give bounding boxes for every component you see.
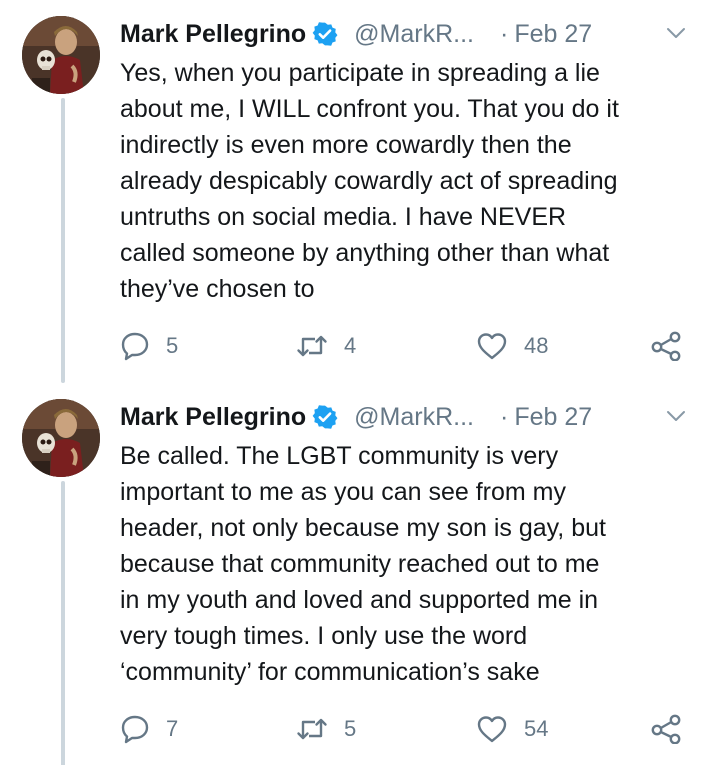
tweet-text: Be called. The LGBT community is very im… <box>120 442 606 686</box>
tweet-date[interactable]: Feb 27 <box>514 20 592 49</box>
chevron-down-icon[interactable] <box>665 405 687 427</box>
share-button[interactable] <box>649 709 683 749</box>
thread-connector-line <box>61 98 65 383</box>
chevron-down-icon[interactable] <box>665 22 687 44</box>
like-count: 48 <box>524 333 549 358</box>
heart-icon <box>476 331 508 361</box>
retweet-button[interactable]: 5 <box>296 709 356 749</box>
share-nodes-icon <box>649 714 683 744</box>
verified-badge-icon <box>312 21 338 47</box>
retweet-count: 5 <box>344 716 357 741</box>
thread-connector-line <box>61 481 65 765</box>
avatar[interactable] <box>22 16 100 94</box>
author-handle[interactable]: @MarkR... <box>354 403 474 432</box>
share-nodes-icon <box>649 331 683 361</box>
like-button[interactable]: 54 <box>476 709 548 749</box>
tweet-date[interactable]: Feb 27 <box>514 403 592 432</box>
tweet-text: Yes, when you participate in spreading a… <box>120 59 619 303</box>
tweet-thread: Mark Pellegrino @MarkR... · Feb 27 Yes, … <box>0 0 703 765</box>
retweet-count: 4 <box>344 333 357 358</box>
speech-bubble-icon <box>120 714 150 744</box>
avatar[interactable] <box>22 399 100 477</box>
tweet-header: Mark Pellegrino @MarkR... · Feb 27 <box>120 14 690 54</box>
speech-bubble-icon <box>120 331 150 361</box>
retweet-arrows-icon <box>296 714 328 744</box>
author-handle[interactable]: @MarkR... <box>354 20 474 49</box>
tweet-header: Mark Pellegrino @MarkR... · Feb 27 <box>120 397 690 437</box>
author-name[interactable]: Mark Pellegrino <box>120 20 306 49</box>
author-name[interactable]: Mark Pellegrino <box>120 403 306 432</box>
tweet[interactable]: Mark Pellegrino @MarkR... · Feb 27 Be ca… <box>0 383 703 765</box>
retweet-arrows-icon <box>296 331 328 361</box>
reply-button[interactable]: 7 <box>120 709 178 749</box>
tweet[interactable]: Mark Pellegrino @MarkR... · Feb 27 Yes, … <box>0 0 703 383</box>
like-count: 54 <box>524 716 549 741</box>
retweet-button[interactable]: 4 <box>296 326 356 366</box>
separator-dot: · <box>500 402 509 431</box>
reply-button[interactable]: 5 <box>120 326 178 366</box>
reply-count: 7 <box>166 716 179 741</box>
share-button[interactable] <box>649 326 683 366</box>
tweet-actions: 7 5 54 <box>120 709 695 749</box>
heart-icon <box>476 714 508 744</box>
reply-count: 5 <box>166 333 179 358</box>
verified-badge-icon <box>312 404 338 430</box>
like-button[interactable]: 48 <box>476 326 548 366</box>
separator-dot: · <box>500 19 509 48</box>
tweet-actions: 5 4 48 <box>120 326 695 366</box>
